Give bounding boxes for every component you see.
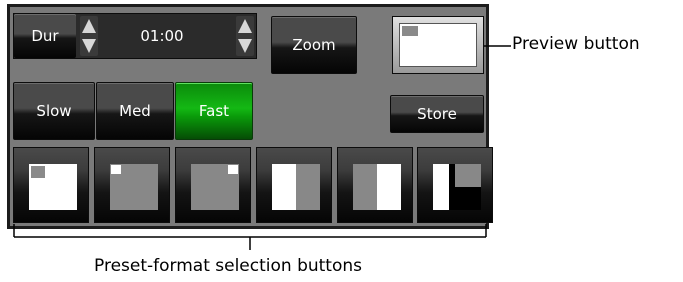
preset-buttons-callout: Preset-format selection buttons (94, 256, 363, 276)
preview-button-callout: Preview button (512, 34, 640, 54)
